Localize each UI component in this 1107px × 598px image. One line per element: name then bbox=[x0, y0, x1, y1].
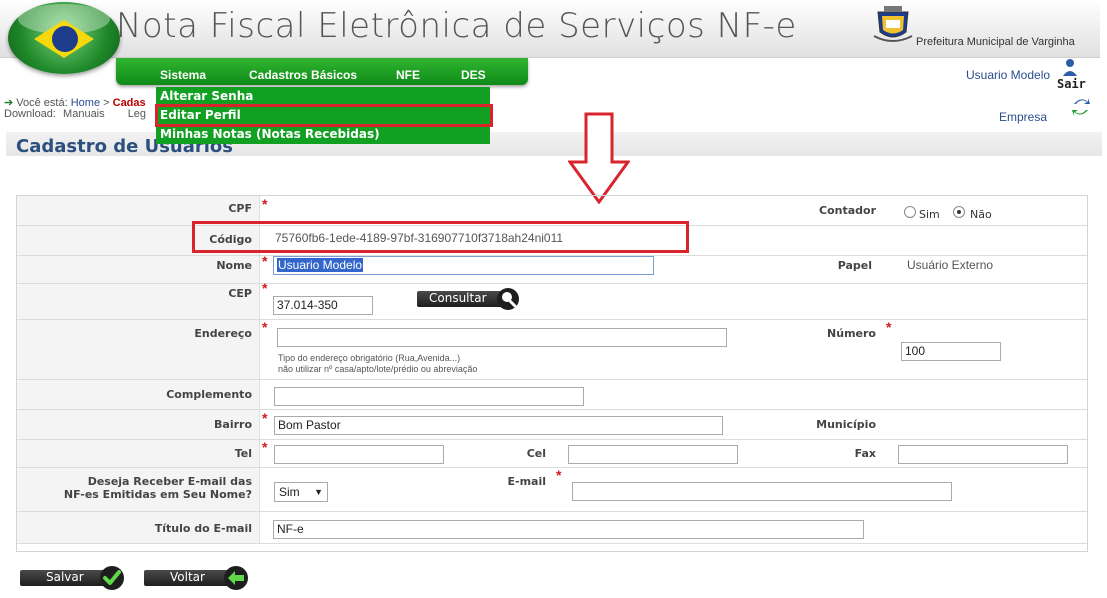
numero-label: Número bbox=[827, 327, 876, 340]
codigo-highlight bbox=[192, 221, 689, 253]
nome-input[interactable]: Usuario Modelo bbox=[273, 256, 654, 275]
nome-label: Nome bbox=[216, 259, 252, 272]
endereco-required-mark: * bbox=[262, 319, 268, 335]
cep-required-mark: * bbox=[262, 280, 268, 296]
bairro-label: Bairro bbox=[214, 418, 252, 431]
city-crest-icon bbox=[873, 6, 913, 42]
empresa-link[interactable]: Empresa bbox=[999, 110, 1047, 124]
nav-des[interactable]: DES bbox=[461, 68, 486, 82]
download-manuais-link[interactable]: Manuais bbox=[63, 108, 105, 120]
user-name-link[interactable]: Usuario Modelo bbox=[966, 68, 1050, 82]
email-required-mark: * bbox=[556, 467, 562, 483]
cel-label: Cel bbox=[526, 447, 546, 460]
consultar-label: Consultar bbox=[429, 291, 487, 305]
consultar-button[interactable]: Consultar bbox=[417, 288, 521, 310]
nav-sistema[interactable]: Sistema bbox=[160, 68, 206, 82]
consultar-circle bbox=[497, 288, 519, 310]
email-label: E-mail bbox=[507, 475, 546, 488]
down-arrow-annotation-icon bbox=[568, 112, 630, 204]
contador-sim-radio[interactable] bbox=[904, 206, 916, 218]
bairro-required-mark: * bbox=[262, 410, 268, 426]
logout-button[interactable]: Sair bbox=[1057, 77, 1086, 91]
papel-label: Papel bbox=[837, 259, 872, 272]
download-links: Download: Manuais Leg bbox=[4, 108, 146, 120]
bairro-input[interactable]: Bom Pastor bbox=[274, 416, 723, 435]
tel-required-mark: * bbox=[262, 439, 268, 455]
cel-input[interactable] bbox=[568, 445, 738, 464]
numero-input[interactable]: 100 bbox=[901, 342, 1001, 361]
nav-nfe[interactable]: NFE bbox=[396, 68, 420, 82]
fax-label: Fax bbox=[854, 447, 876, 460]
salvar-label: Salvar bbox=[46, 570, 84, 584]
switch-arrows-icon[interactable] bbox=[1072, 96, 1090, 118]
municipio-label: Município bbox=[816, 418, 876, 431]
salvar-button[interactable]: Salvar bbox=[20, 566, 128, 590]
receber-email-label-2: NF-es Emitidas em Seu Nome? bbox=[63, 488, 252, 501]
prefeitura-label: Prefeitura Municipal de Varginha bbox=[916, 36, 1075, 48]
cpf-required-mark: * bbox=[262, 196, 268, 212]
download-label: Download: bbox=[4, 108, 56, 120]
papel-value: Usuário Externo bbox=[907, 258, 994, 272]
user-icon[interactable] bbox=[1062, 58, 1078, 76]
check-icon bbox=[103, 570, 121, 585]
numero-required-mark: * bbox=[886, 319, 892, 335]
chevron-down-icon: ▼ bbox=[314, 487, 323, 497]
voltar-circle bbox=[224, 566, 248, 590]
salvar-circle bbox=[100, 566, 124, 590]
endereco-hint-2: não utilizar nº casa/apto/lote/prédio ou… bbox=[278, 364, 478, 374]
email-input[interactable] bbox=[572, 482, 952, 501]
fax-input[interactable] bbox=[898, 445, 1068, 464]
tel-input[interactable] bbox=[274, 445, 444, 464]
menu-item-editar-perfil[interactable]: Editar Perfil bbox=[160, 106, 241, 125]
tel-label: Tel bbox=[234, 447, 252, 460]
logo-globe bbox=[52, 26, 78, 52]
titulo-email-label: Título do E-mail bbox=[154, 522, 252, 535]
contador-nao-label: Não bbox=[970, 208, 992, 221]
app-title: Nota Fiscal Eletrônica de Serviços NF-e bbox=[116, 6, 797, 46]
complemento-label: Complemento bbox=[166, 388, 252, 401]
magnifier-icon bbox=[502, 292, 517, 308]
cpf-label: CPF bbox=[228, 202, 252, 215]
contador-sim-label: Sim bbox=[919, 208, 940, 221]
endereco-input[interactable] bbox=[277, 328, 727, 347]
receber-email-select[interactable]: Sim ▼ bbox=[274, 482, 328, 502]
endereco-hint-1: Tipo do endereço obrigatório (Rua,Avenid… bbox=[278, 353, 461, 363]
voltar-button[interactable]: Voltar bbox=[144, 566, 250, 590]
endereco-label: Endereço bbox=[194, 327, 252, 340]
nav-cadastros-basicos[interactable]: Cadastros Básicos bbox=[249, 68, 357, 82]
cep-label: CEP bbox=[228, 287, 252, 300]
voltar-label: Voltar bbox=[170, 570, 205, 584]
download-leg-link[interactable]: Leg bbox=[128, 108, 146, 120]
contador-nao-radio[interactable] bbox=[953, 206, 965, 218]
nome-input-value: Usuario Modelo bbox=[277, 258, 364, 272]
menu-item-minhas-notas[interactable]: Minhas Notas (Notas Recebidas) bbox=[160, 125, 380, 144]
brazil-logo[interactable] bbox=[8, 2, 120, 74]
receber-email-select-value: Sim bbox=[279, 485, 300, 499]
titulo-email-input[interactable]: NF-e bbox=[273, 520, 864, 539]
contador-label: Contador bbox=[819, 204, 876, 217]
nome-required-mark: * bbox=[262, 253, 268, 269]
receber-email-label-1: Deseja Receber E-mail das bbox=[87, 475, 252, 488]
complemento-input[interactable] bbox=[274, 387, 584, 406]
main-nav: Sistema Cadastros Básicos NFE DES bbox=[116, 58, 528, 85]
row-cep bbox=[17, 284, 1087, 320]
cep-input[interactable]: 37.014-350 bbox=[273, 296, 373, 315]
back-arrow-icon bbox=[228, 571, 244, 585]
